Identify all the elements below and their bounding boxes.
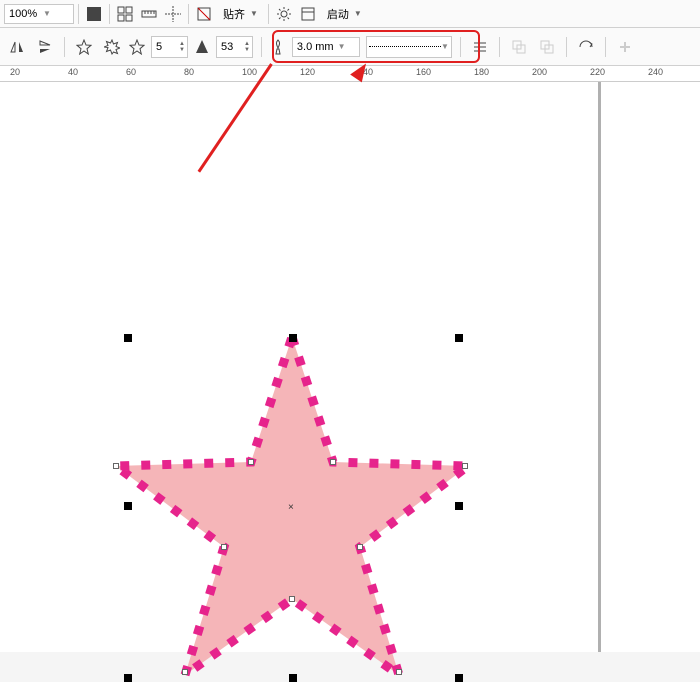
ruler-tick: 60 xyxy=(126,67,136,77)
star-points-input[interactable]: 5 ▲▼ xyxy=(151,36,188,58)
selection-handle-tl[interactable] xyxy=(124,334,132,342)
drawing-canvas[interactable]: × xyxy=(0,82,700,652)
zoom-value: 100% xyxy=(9,8,39,20)
fullscreen-icon[interactable] xyxy=(83,3,105,25)
selection-handle-bm[interactable] xyxy=(289,674,297,682)
node-handle[interactable] xyxy=(221,544,227,550)
star-outline-icon[interactable] xyxy=(73,36,95,58)
node-handle[interactable] xyxy=(462,463,468,469)
snap-off-icon[interactable] xyxy=(193,3,215,25)
chevron-down-icon: ▼ xyxy=(338,42,346,51)
separator xyxy=(268,4,269,24)
node-handle[interactable] xyxy=(330,459,336,465)
selection-handle-tm[interactable] xyxy=(289,334,297,342)
separator xyxy=(64,37,65,57)
selection-handle-bl[interactable] xyxy=(124,674,132,682)
spinner-arrows[interactable]: ▲▼ xyxy=(244,41,250,53)
ruler-tick: 120 xyxy=(300,67,315,77)
grid-icon[interactable] xyxy=(114,3,136,25)
snap-to-button[interactable]: 贴齐 ▼ xyxy=(217,3,264,25)
star-sharpness-value: 53 xyxy=(221,41,241,53)
separator xyxy=(261,37,262,57)
selection-handle-tr[interactable] xyxy=(455,334,463,342)
toolbar-main: 100% ▼ 贴齐 ▼ 启动 ▼ xyxy=(0,0,700,28)
star-sharpness-input[interactable]: 53 ▲▼ xyxy=(216,36,253,58)
node-handle[interactable] xyxy=(113,463,119,469)
mirror-h-icon[interactable] xyxy=(6,36,28,58)
center-mark: × xyxy=(288,502,294,513)
line-style-combo[interactable]: ▼ xyxy=(366,36,452,58)
ruler-tick: 80 xyxy=(184,67,194,77)
star-points-value: 5 xyxy=(156,41,176,53)
options-icon[interactable] xyxy=(273,3,295,25)
node-handle[interactable] xyxy=(289,596,295,602)
outline-width-value: 3.0 mm xyxy=(297,41,334,53)
ruler-tick: 100 xyxy=(242,67,257,77)
line-style-preview xyxy=(369,46,441,47)
chevron-down-icon: ▼ xyxy=(43,9,51,18)
ruler-tick: 220 xyxy=(590,67,605,77)
property-bar: 5 ▲▼ 53 ▲▼ 3.0 mm ▼ ▼ xyxy=(0,28,700,66)
star-object[interactable]: × xyxy=(112,337,472,677)
separator xyxy=(460,37,461,57)
ruler-tick: 200 xyxy=(532,67,547,77)
chevron-down-icon: ▼ xyxy=(441,42,449,51)
node-handle[interactable] xyxy=(248,459,254,465)
outline-pen-icon xyxy=(270,39,286,55)
selection-handle-ml[interactable] xyxy=(124,502,132,510)
selection-handle-mr[interactable] xyxy=(455,502,463,510)
guidelines-icon[interactable] xyxy=(162,3,184,25)
points-star-icon xyxy=(129,39,145,55)
ruler-tick: 20 xyxy=(10,67,20,77)
separator xyxy=(109,4,110,24)
mirror-v-icon[interactable] xyxy=(34,36,56,58)
ruler-icon[interactable] xyxy=(138,3,160,25)
selection-handle-br[interactable] xyxy=(455,674,463,682)
node-handle[interactable] xyxy=(357,544,363,550)
to-front-icon[interactable] xyxy=(508,36,530,58)
separator xyxy=(499,37,500,57)
to-back-icon[interactable] xyxy=(536,36,558,58)
ruler-tick: 180 xyxy=(474,67,489,77)
launch-button[interactable]: 启动 ▼ xyxy=(321,3,368,25)
node-handle[interactable] xyxy=(182,669,188,675)
separator xyxy=(605,37,606,57)
chevron-down-icon: ▼ xyxy=(250,9,258,18)
ruler-tick: 40 xyxy=(68,67,78,77)
ruler-tick: 160 xyxy=(416,67,431,77)
snap-label: 贴齐 xyxy=(223,6,245,22)
wrap-text-icon[interactable] xyxy=(469,36,491,58)
add-icon[interactable] xyxy=(614,36,636,58)
page-edge xyxy=(598,82,601,652)
outline-width-combo[interactable]: 3.0 mm ▼ xyxy=(292,37,360,57)
dockers-icon[interactable] xyxy=(297,3,319,25)
ruler-tick: 240 xyxy=(648,67,663,77)
separator xyxy=(188,4,189,24)
separator xyxy=(566,37,567,57)
chevron-down-icon: ▼ xyxy=(354,9,362,18)
spinner-arrows[interactable]: ▲▼ xyxy=(179,41,185,53)
separator xyxy=(78,4,79,24)
sharpness-icon xyxy=(194,39,210,55)
node-handle[interactable] xyxy=(396,669,402,675)
launch-label: 启动 xyxy=(327,6,349,22)
complex-star-icon[interactable] xyxy=(101,36,123,58)
zoom-combo[interactable]: 100% ▼ xyxy=(4,4,74,24)
convert-curves-icon[interactable] xyxy=(575,36,597,58)
